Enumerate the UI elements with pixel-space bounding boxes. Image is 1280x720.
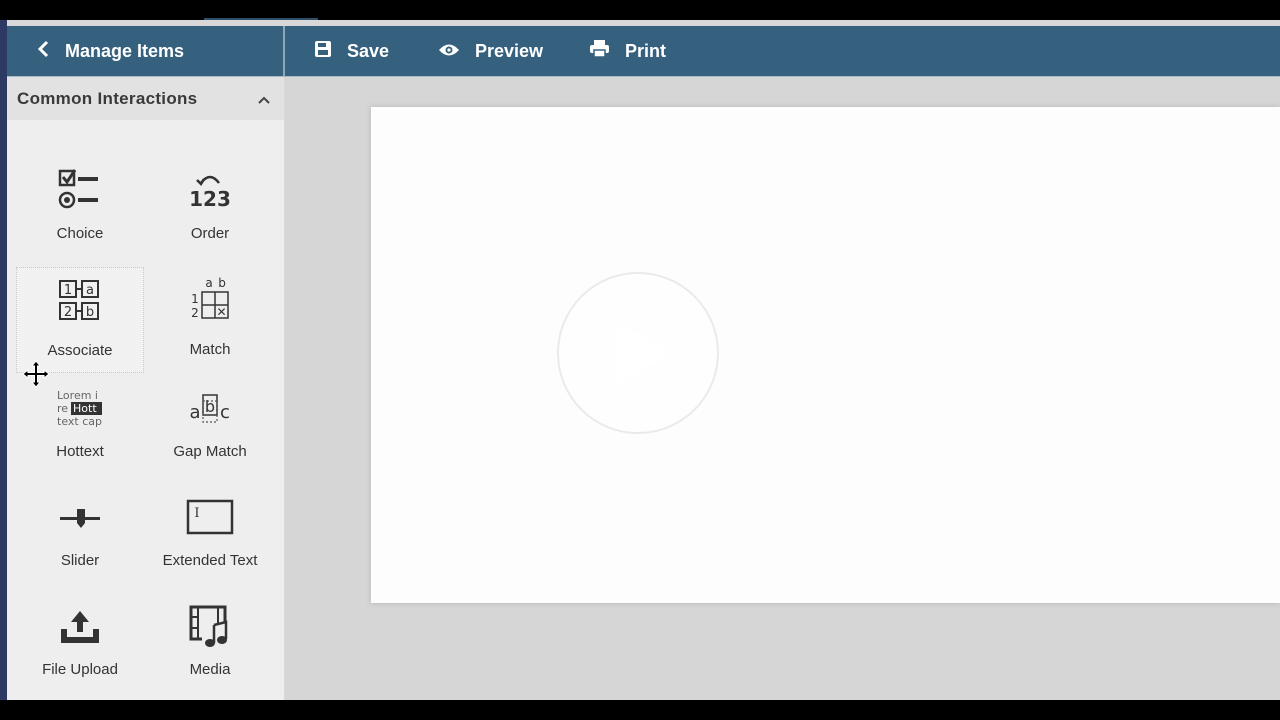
chevron-up-icon[interactable] xyxy=(258,91,270,109)
floppy-disk-icon xyxy=(315,40,347,62)
svg-text:1: 1 xyxy=(64,283,72,298)
svg-text:a: a xyxy=(205,276,212,290)
interaction-media[interactable]: Media xyxy=(146,595,274,700)
chevron-left-icon xyxy=(37,40,65,63)
interaction-choice[interactable]: Choice xyxy=(16,159,144,265)
top-black-bar xyxy=(0,0,1280,20)
interaction-label: Associate xyxy=(47,342,113,359)
section-title: Common Interactions xyxy=(17,88,198,108)
associate-icon: 1 a 2 b xyxy=(17,276,143,324)
interaction-associate[interactable]: 1 a 2 b Associate xyxy=(16,267,144,373)
common-interactions-header[interactable]: Common Interactions xyxy=(7,77,284,120)
save-label: Save xyxy=(347,40,390,61)
svg-text:a: a xyxy=(189,402,200,423)
match-icon: a b 1 2 ✕ xyxy=(146,275,274,323)
svg-text:c: c xyxy=(220,402,230,423)
svg-text:text cap: text cap xyxy=(57,415,102,428)
svg-text:Hott: Hott xyxy=(73,402,97,415)
interaction-label: Slider xyxy=(60,552,100,569)
media-icon xyxy=(146,603,274,651)
interaction-label: Media xyxy=(189,661,231,678)
svg-text:2: 2 xyxy=(191,306,199,320)
order-icon: 123 xyxy=(146,167,274,215)
preview-button[interactable]: Preview xyxy=(439,26,543,76)
svg-text:re: re xyxy=(57,402,68,415)
header-divider xyxy=(283,26,285,76)
editor-header: Manage Items Save Preview Print xyxy=(7,26,1280,77)
print-label: Print xyxy=(625,40,667,61)
move-cursor-icon xyxy=(22,360,50,393)
save-button[interactable]: Save xyxy=(315,26,389,76)
interaction-match[interactable]: a b 1 2 ✕ Match xyxy=(146,267,274,373)
interaction-label: Match xyxy=(189,341,231,358)
manage-items-label: Manage Items xyxy=(65,40,185,61)
svg-text:2: 2 xyxy=(64,305,72,320)
slider-icon xyxy=(16,494,144,542)
manage-items-back-button[interactable]: Manage Items xyxy=(37,26,184,76)
preview-label: Preview xyxy=(475,40,544,61)
svg-text:b: b xyxy=(86,305,94,320)
item-canvas xyxy=(285,77,1280,700)
svg-text:✕: ✕ xyxy=(216,305,226,319)
printer-icon xyxy=(590,40,625,62)
item-body-page[interactable] xyxy=(371,107,1280,603)
svg-text:Lorem i: Lorem i xyxy=(57,389,98,402)
interaction-label: Choice xyxy=(56,225,104,242)
interaction-label: Hottext xyxy=(56,443,104,460)
bottom-black-bar xyxy=(0,700,1280,720)
svg-text:I: I xyxy=(194,506,199,521)
svg-text:1: 1 xyxy=(191,292,199,306)
interaction-file-upload[interactable]: File Upload xyxy=(16,595,144,700)
interaction-label: Order xyxy=(190,225,230,242)
eye-icon xyxy=(439,41,475,62)
video-play-button[interactable] xyxy=(555,270,721,436)
interaction-order[interactable]: 123 Order xyxy=(146,159,274,265)
file-upload-icon xyxy=(16,603,144,651)
interaction-label: File Upload xyxy=(42,661,118,678)
interaction-label: Extended Text xyxy=(162,552,258,569)
interaction-gap-match[interactable]: a b c Gap Match xyxy=(146,377,274,483)
svg-text:a: a xyxy=(86,283,94,298)
extended-text-icon: I xyxy=(146,494,274,542)
svg-text:123: 123 xyxy=(189,187,231,211)
svg-text:b: b xyxy=(205,397,215,416)
interaction-extended-text[interactable]: I Extended Text xyxy=(146,486,274,592)
gap-match-icon: a b c xyxy=(146,385,274,433)
window-left-edge xyxy=(0,20,7,700)
print-button[interactable]: Print xyxy=(590,26,666,76)
interaction-label: Gap Match xyxy=(173,443,247,460)
choice-icon xyxy=(16,167,144,215)
svg-text:b: b xyxy=(218,276,226,290)
interaction-slider[interactable]: Slider xyxy=(16,486,144,592)
